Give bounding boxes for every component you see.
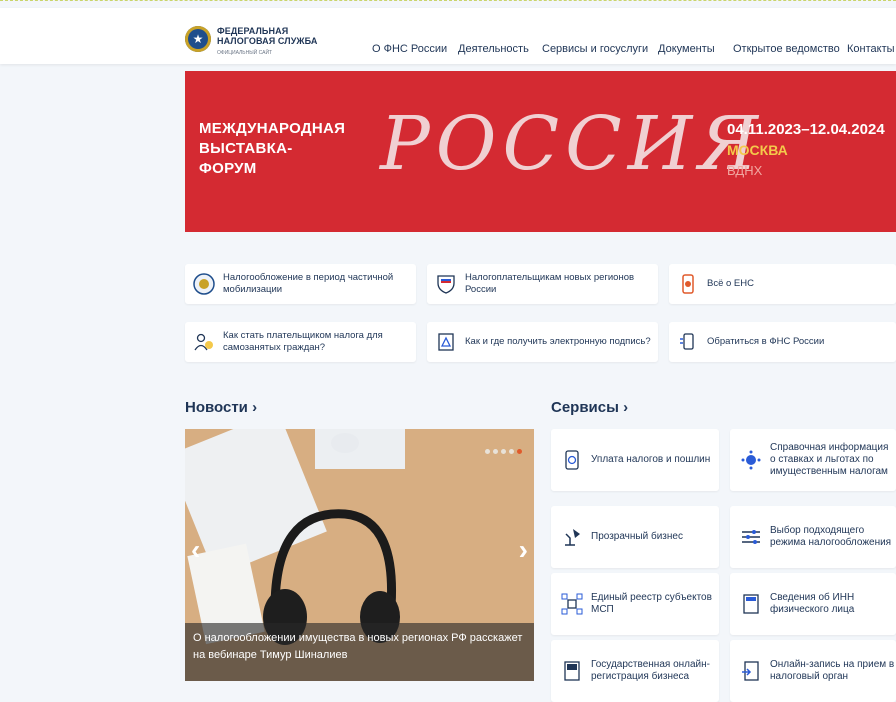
logo-line-3: ОФИЦИАЛЬНЫЙ САЙТ: [217, 50, 273, 56]
registry-icon: [561, 593, 583, 615]
payment-icon: [565, 450, 579, 470]
service-label: Единый реестр субъектов МСП: [591, 592, 712, 615]
logo-line-1: ФЕДЕРАЛЬНАЯ: [217, 26, 289, 36]
service-card-reference[interactable]: Справочная информация о ставках и льгота…: [730, 429, 896, 491]
quick-link-mobilization[interactable]: Налогообложение в период частичной мобил…: [185, 264, 416, 304]
carousel-prev-icon[interactable]: ‹: [191, 534, 200, 566]
service-card-msp-registry[interactable]: Единый реестр субъектов МСП: [551, 573, 719, 635]
banner-left-text: МЕЖДУНАРОДНАЯ ВЫСТАВКА- ФОРУМ: [199, 119, 345, 179]
quick-link-label: Как стать плательщиком налога для самоза…: [223, 330, 383, 353]
quick-link-label: Всё о ЕНС: [707, 278, 754, 289]
carousel-dot-active[interactable]: [517, 449, 522, 454]
banner-line-2: ВЫСТАВКА-: [199, 140, 293, 157]
service-label: Прозрачный бизнес: [591, 531, 683, 542]
service-label: Сведения об ИНН физического лица: [770, 592, 855, 615]
quick-link-e-signature[interactable]: Как и где получить электронную подпись?: [427, 322, 658, 362]
site-logo[interactable]: ★ ФЕДЕРАЛЬНАЯ НАЛОГОВАЯ СЛУЖБА ОФИЦИАЛЬН…: [185, 26, 317, 58]
carousel-dot[interactable]: [501, 449, 506, 454]
inn-icon: [743, 594, 759, 614]
banner-venue: ВДНХ: [727, 163, 763, 178]
news-heading[interactable]: Новости ›: [185, 399, 257, 416]
quick-link-label: Обратиться в ФНС России: [707, 336, 825, 347]
reference-icon: [741, 450, 761, 470]
nav-services[interactable]: Сервисы и госуслуги: [542, 43, 648, 55]
quick-link-contact-fns[interactable]: Обратиться в ФНС России: [669, 322, 896, 362]
carousel-dot[interactable]: [485, 449, 490, 454]
nav-contacts[interactable]: Контакты: [847, 43, 895, 55]
nav-about[interactable]: О ФНС России: [372, 43, 447, 55]
services-heading[interactable]: Сервисы ›: [551, 399, 628, 416]
quick-link-label: Налогообложение в период частичной мобил…: [223, 272, 394, 295]
fns-emblem-icon: ★: [185, 26, 211, 52]
quick-link-label: Как и где получить электронную подпись?: [465, 336, 651, 347]
banner-dates: 04.11.2023–12.04.2024: [727, 121, 885, 138]
nav-documents[interactable]: Документы: [658, 43, 715, 55]
appointment-icon: [742, 661, 759, 681]
banner-city: МОСКВА: [727, 142, 788, 158]
ens-phone-icon: [682, 274, 694, 294]
emblem-icon: [193, 273, 215, 295]
news-heading-text: Новости: [185, 399, 248, 416]
lamp-icon: [565, 529, 580, 546]
news-caption[interactable]: О налогообложении имущества в новых реги…: [185, 623, 534, 681]
service-card-tax-regime[interactable]: Выбор подходящего режима налогообложения: [730, 506, 896, 568]
self-employed-icon: [194, 333, 213, 351]
service-label: Уплата налогов и пошлин: [591, 454, 711, 465]
service-label: Государственная онлайн-регистрация бизне…: [591, 659, 710, 682]
quick-link-self-employed[interactable]: Как стать плательщиком налога для самоза…: [185, 322, 416, 362]
promo-banner[interactable]: МЕЖДУНАРОДНАЯ ВЫСТАВКА- ФОРУМ РОССИЯ 04.…: [185, 71, 896, 232]
registration-icon: [564, 661, 580, 681]
carousel-dot[interactable]: [493, 449, 498, 454]
services-heading-text: Сервисы: [551, 399, 619, 416]
service-card-online-registration[interactable]: Государственная онлайн-регистрация бизне…: [551, 640, 719, 702]
quick-link-new-regions[interactable]: Налогоплательщикам новых регионов России: [427, 264, 658, 304]
e-signature-icon: [438, 333, 454, 351]
sliders-icon: [742, 530, 760, 544]
service-label: Выбор подходящего режима налогообложения: [770, 525, 892, 548]
carousel-next-icon[interactable]: ›: [519, 534, 528, 566]
top-dashed-border: [0, 0, 896, 7]
service-card-inn[interactable]: Сведения об ИНН физического лица: [730, 573, 896, 635]
service-card-appointment[interactable]: Онлайн-запись на прием в налоговый орган: [730, 640, 896, 702]
banner-title-logo: РОССИЯ: [380, 101, 764, 187]
nav-activity[interactable]: Деятельность: [458, 43, 529, 55]
carousel-dot[interactable]: [509, 449, 514, 454]
quick-link-label: Налогоплательщикам новых регионов России: [465, 272, 635, 295]
service-label: Онлайн-запись на прием в налоговый орган: [770, 659, 895, 682]
service-label: Справочная информация о ставках и льгота…: [770, 442, 889, 477]
contact-icon: [680, 333, 694, 350]
service-card-payment[interactable]: Уплата налогов и пошлин: [551, 429, 719, 491]
banner-line-1: МЕЖДУНАРОДНАЯ: [199, 120, 346, 137]
news-carousel[interactable]: ‹ › О налогообложении имущества в новых …: [185, 429, 534, 681]
flag-shield-icon: [437, 275, 455, 294]
nav-open-agency[interactable]: Открытое ведомство: [733, 43, 840, 55]
quick-link-ens[interactable]: Всё о ЕНС: [669, 264, 896, 304]
site-header: ★ ФЕДЕРАЛЬНАЯ НАЛОГОВАЯ СЛУЖБА ОФИЦИАЛЬН…: [0, 8, 896, 64]
service-card-transparent-business[interactable]: Прозрачный бизнес: [551, 506, 719, 568]
logo-line-2: НАЛОГОВАЯ СЛУЖБА: [217, 36, 318, 46]
banner-line-3: ФОРУМ: [199, 160, 257, 177]
carousel-dots[interactable]: [485, 449, 522, 454]
